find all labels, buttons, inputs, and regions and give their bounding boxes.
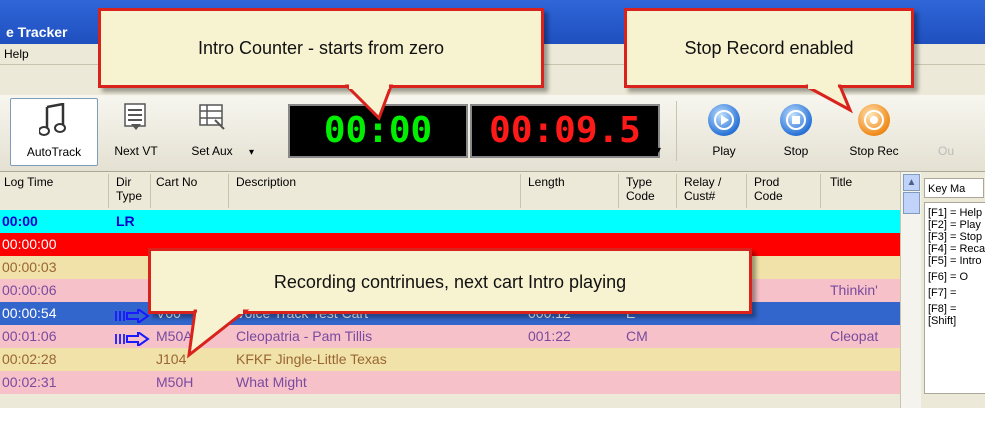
key-entry: [F6] = O [928, 271, 969, 283]
menu-help[interactable]: Help [4, 47, 29, 61]
stop-rec-label: Stop Rec [849, 144, 899, 158]
extra-label: Ou [937, 144, 954, 158]
row-dir: LR [116, 213, 135, 229]
col-prod-line2: Code [754, 189, 783, 203]
row-length: 001:22 [528, 328, 571, 344]
next-vt-label: Next VT [114, 144, 158, 158]
scroll-up-icon[interactable]: ▲ [903, 174, 920, 191]
elapsed-counter: 00:09.5 [470, 104, 660, 158]
row-time: 00:00:00 [2, 236, 57, 252]
col-divider[interactable] [746, 174, 747, 208]
key-entry: [F7] = [928, 287, 957, 299]
autotrack-button[interactable]: AutoTrack [10, 98, 98, 166]
col-dir-line1: Dir [116, 175, 132, 189]
table-row[interactable]: 00:01:06 M50A Cleopatria - Pam Tillis 00… [0, 325, 900, 348]
set-aux-button[interactable]: Set Aux ▾ [176, 98, 254, 164]
counter-dropdown-icon[interactable]: ▾ [656, 145, 661, 156]
recording-callout: Recording contrinues, next cart Intro pl… [148, 248, 752, 314]
col-log-time[interactable]: Log Time [4, 175, 53, 189]
row-time: 00:00 [2, 213, 38, 229]
col-relay-line1: Relay / [684, 175, 722, 189]
col-relay-line2: Cust# [684, 189, 716, 203]
table-row[interactable]: 00:02:31 M50H What Might [0, 371, 900, 394]
col-type-code[interactable]: Type Code [626, 175, 655, 203]
set-aux-label: Set Aux [191, 144, 233, 158]
col-divider[interactable] [150, 174, 151, 208]
col-divider[interactable] [676, 174, 677, 208]
next-vt-icon [124, 103, 146, 130]
intro-callout-tail [345, 84, 394, 121]
stop-record-callout: Stop Record enabled [624, 8, 914, 88]
row-time: 00:00:54 [2, 305, 57, 321]
col-cart-no[interactable]: Cart No [156, 175, 197, 189]
key-entry: [F8] = [928, 303, 957, 315]
table-row[interactable]: 00:00 LR [0, 210, 900, 233]
row-time: 00:00:06 [2, 282, 57, 298]
row-time: 00:02:31 [2, 374, 57, 390]
col-description[interactable]: Description [236, 175, 296, 189]
row-cart: J104 [156, 351, 187, 367]
key-entry: [F4] = Reca [928, 243, 985, 255]
play-button[interactable]: Play [694, 98, 754, 164]
row-type: CM [626, 328, 648, 344]
col-dir-type[interactable]: Dir Type [116, 175, 142, 203]
key-entry: [F2] = Play [928, 219, 981, 231]
vertical-scrollbar[interactable]: ▲ [900, 172, 921, 415]
log-column-header: Log Time Dir Type Cart No Description Le… [0, 172, 900, 211]
key-entry: [F5] = Intro [928, 255, 982, 267]
stop-record-callout-tail [805, 84, 854, 114]
key-entry: [F3] = Stop [928, 231, 983, 243]
key-map-list: [F1] = Help [F2] = Play [F3] = Stop [F4]… [924, 202, 985, 394]
extra-button[interactable]: Ou [926, 98, 966, 164]
col-divider[interactable] [520, 174, 521, 208]
torn-edge-bottom [0, 408, 1005, 424]
col-divider[interactable] [820, 174, 821, 208]
key-map-panel: Key Ma [F1] = Help [F2] = Play [F3] = St… [922, 172, 985, 415]
col-type-line2: Code [626, 189, 655, 203]
row-time: 00:01:06 [2, 328, 57, 344]
col-length[interactable]: Length [528, 175, 565, 189]
col-divider[interactable] [618, 174, 619, 208]
row-time: 00:00:03 [2, 259, 57, 275]
set-aux-icon [199, 104, 225, 130]
row-title: Thinkin' [830, 282, 878, 298]
window-title: e Tracker [6, 24, 68, 40]
col-prod-code[interactable]: Prod Code [754, 175, 783, 203]
row-cart: M50H [156, 374, 194, 390]
torn-edge-right [985, 0, 1005, 424]
col-dir-line2: Type [116, 189, 143, 203]
col-divider[interactable] [228, 174, 229, 208]
table-row[interactable]: 00:02:28 J104 KFKF Jingle-Little Texas [0, 348, 900, 371]
col-divider[interactable] [108, 174, 109, 208]
intro-counter-callout: Intro Counter - starts from zero [98, 8, 544, 88]
scroll-thumb[interactable] [903, 192, 920, 214]
key-map-title: Key Ma [924, 178, 984, 198]
col-prod-line1: Prod [754, 175, 780, 189]
set-aux-dropdown-icon[interactable]: ▾ [249, 147, 254, 158]
row-description: What Might [236, 374, 307, 390]
music-note-icon [39, 103, 66, 136]
stop-rec-icon [858, 104, 890, 136]
autotrack-label: AutoTrack [26, 145, 82, 159]
play-icon [708, 104, 740, 136]
col-title[interactable]: Title [830, 175, 852, 189]
col-type-line1: Type [626, 175, 653, 189]
row-time: 00:02:28 [2, 351, 57, 367]
next-vt-button[interactable]: Next VT [106, 98, 166, 164]
key-entry: [F1] = Help [928, 207, 983, 219]
row-title: Cleopat [830, 328, 879, 344]
recording-callout-tail [187, 309, 250, 359]
col-relay[interactable]: Relay / Cust# [684, 175, 721, 203]
toolbar-separator [676, 101, 677, 161]
stop-label: Stop [783, 144, 809, 158]
play-label: Play [712, 144, 736, 158]
key-entry: [Shift] [928, 315, 957, 327]
